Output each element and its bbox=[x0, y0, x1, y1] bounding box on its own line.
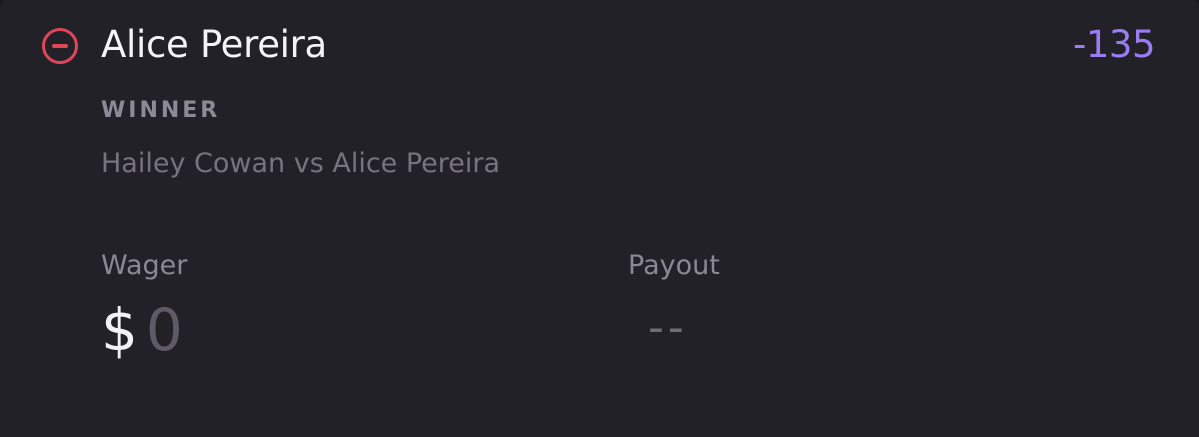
remove-selection-icon[interactable] bbox=[42, 28, 78, 64]
wager-field[interactable]: $ bbox=[101, 293, 346, 367]
wager-input[interactable] bbox=[145, 293, 346, 367]
bet-slip-card: Alice Pereira -135 WINNER Hailey Cowan v… bbox=[0, 0, 1199, 437]
payout-label: Payout bbox=[628, 250, 720, 281]
odds-value: -135 bbox=[1073, 23, 1155, 66]
market-label: WINNER bbox=[101, 98, 221, 123]
currency-symbol: $ bbox=[101, 296, 138, 364]
minus-bar bbox=[52, 44, 68, 48]
wager-label: Wager bbox=[101, 250, 188, 281]
payout-value: -- bbox=[648, 302, 688, 353]
selection-name: Alice Pereira bbox=[101, 23, 327, 66]
matchup-text: Hailey Cowan vs Alice Pereira bbox=[101, 148, 501, 179]
